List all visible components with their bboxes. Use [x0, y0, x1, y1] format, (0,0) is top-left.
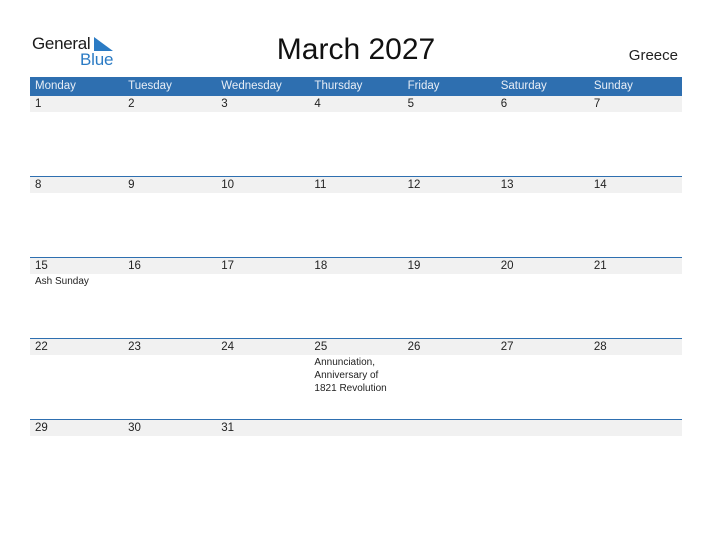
- week-row: 22 23 24 25 Annunciation, Anniversary of 182…: [30, 338, 682, 420]
- day-cell: 14: [589, 177, 682, 258]
- day-number: 18: [314, 260, 328, 272]
- day-cell: 12: [403, 177, 496, 258]
- day-number: 8: [35, 179, 42, 191]
- weekday-thursday: Thursday: [314, 80, 363, 92]
- day-cell: 3: [216, 96, 309, 177]
- weekday-saturday: Saturday: [500, 80, 547, 92]
- day-number: 28: [593, 341, 607, 353]
- week-cells: 29 30 31: [30, 420, 682, 501]
- day-number: 5: [407, 98, 414, 110]
- day-number: 16: [128, 260, 141, 272]
- holiday-label: Annunciation, Anniversary of 1821 Revolu…: [314, 357, 387, 394]
- day-cell: [496, 420, 589, 501]
- day-cell: 25 Annunciation, Anniversary of 1821 Revo…: [309, 339, 402, 420]
- day-number: 13: [500, 179, 514, 191]
- day-cell: 28: [589, 339, 682, 420]
- weekday-wednesday: Wednesday: [221, 80, 282, 92]
- day-number: 10: [221, 179, 235, 191]
- week-row: 15 Ash Sunday 16 17 18 19 20 21: [30, 257, 682, 339]
- day-cell: 27: [496, 339, 589, 420]
- weekday-friday: Friday: [407, 80, 440, 92]
- day-cell: 20: [496, 258, 589, 339]
- weekday-sunday: Sunday: [593, 80, 633, 92]
- day-number: 1: [35, 98, 42, 110]
- day-cell: 2: [123, 96, 216, 177]
- week-row: 29 30 31: [30, 419, 682, 501]
- day-cell: 19: [403, 258, 496, 339]
- weekday-monday: Monday: [35, 80, 76, 92]
- day-cell: 8: [30, 177, 123, 258]
- day-cell: 16: [123, 258, 216, 339]
- weekday-header: Monday Tuesday Wednesday Thursday Friday…: [30, 77, 682, 96]
- week-row: 8 9 10 11 12 13 14: [30, 176, 682, 258]
- day-cell: 13: [496, 177, 589, 258]
- week-cells: 22 23 24 25 Annunciation, Anniversary of 182…: [30, 339, 682, 420]
- day-cell: 1: [30, 96, 123, 177]
- day-cell: 11: [309, 177, 402, 258]
- day-number: 17: [221, 260, 235, 272]
- week-cells: 15 Ash Sunday 16 17 18 19 20 21: [30, 258, 682, 339]
- day-cell: 22: [30, 339, 123, 420]
- week-cells: 1 2 3 4 5 6 7: [30, 96, 682, 177]
- day-number: 27: [500, 341, 514, 353]
- day-cell: 24: [216, 339, 309, 420]
- day-number: 12: [407, 179, 421, 191]
- day-cell: 21: [589, 258, 682, 339]
- country-label: Greece: [628, 47, 678, 64]
- day-cell: 15 Ash Sunday: [30, 258, 123, 339]
- day-cell: [589, 420, 682, 501]
- day-number: 20: [500, 260, 514, 272]
- day-cell: 26: [403, 339, 496, 420]
- day-number: 7: [593, 98, 601, 110]
- day-number: [501, 420, 589, 436]
- day-cell: 18: [309, 258, 402, 339]
- day-cell: 31: [216, 420, 309, 501]
- day-number: 9: [128, 179, 135, 191]
- day-number: 25: [314, 341, 328, 353]
- day-number: 14: [593, 179, 607, 191]
- holiday-label: Ash Sunday: [35, 276, 89, 287]
- day-number: 15: [35, 260, 48, 272]
- day-cell: [403, 420, 496, 501]
- day-number: 22: [35, 341, 48, 353]
- day-number: 29: [35, 422, 48, 434]
- day-number: 31: [221, 422, 235, 434]
- day-number: 26: [407, 341, 421, 353]
- day-number: 4: [314, 98, 321, 110]
- day-cell: 9: [123, 177, 216, 258]
- day-cell: 29: [30, 420, 123, 501]
- day-number: 24: [221, 341, 235, 353]
- week-row: 1 2 3 4 5 6 7: [30, 96, 682, 177]
- day-number: 30: [128, 422, 141, 434]
- day-number: 11: [314, 179, 327, 191]
- calendar-title: March 2027: [276, 33, 436, 66]
- week-cells: 8 9 10 11 12 13 14: [30, 177, 682, 258]
- day-cell: 23: [123, 339, 216, 420]
- day-cell: 17: [216, 258, 309, 339]
- day-cell: 7: [589, 96, 682, 177]
- day-number: 21: [593, 260, 607, 272]
- day-number: 3: [221, 98, 228, 110]
- day-number: 23: [128, 341, 141, 353]
- day-number: [594, 420, 682, 436]
- day-cell: [309, 420, 402, 501]
- day-number: 2: [128, 98, 135, 110]
- day-cell: 30: [123, 420, 216, 501]
- day-number: 6: [500, 98, 508, 110]
- day-cell: 6: [496, 96, 589, 177]
- day-number: [408, 420, 496, 436]
- day-cell: 5: [403, 96, 496, 177]
- day-number: [314, 420, 402, 436]
- day-cell: 10: [216, 177, 309, 258]
- day-cell: 4: [309, 96, 402, 177]
- weekday-tuesday: Tuesday: [128, 80, 172, 92]
- day-number: 19: [407, 260, 421, 272]
